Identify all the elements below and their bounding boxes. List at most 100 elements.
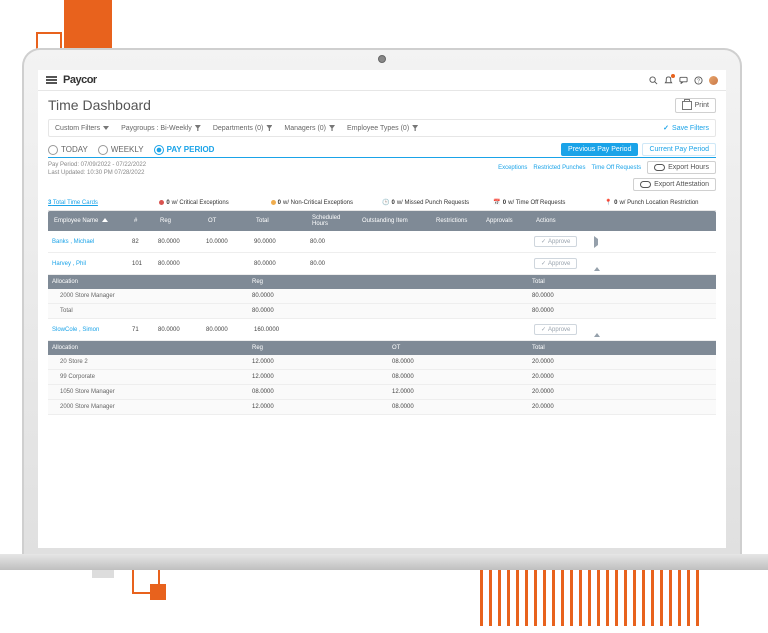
summary-noncritical[interactable]: 0 w/ Non-Critical Exceptions — [271, 199, 382, 206]
brand-logo: Paycor — [63, 74, 97, 86]
col-approvals[interactable]: Approvals — [484, 218, 534, 224]
sort-asc-icon — [102, 218, 108, 222]
laptop-frame: Paycor ? — [22, 48, 742, 558]
check-icon: ✓ — [541, 238, 546, 245]
col-scheduled[interactable]: Scheduled Hours — [310, 215, 360, 227]
employee-name-link[interactable]: Banks , Michael — [52, 239, 132, 245]
previous-pay-period-button[interactable]: Previous Pay Period — [561, 143, 638, 156]
employee-types-filter[interactable]: Employee Types (0) — [347, 125, 418, 132]
funnel-icon — [412, 125, 418, 131]
last-updated-text: Last Updated: 10:30 PM 07/28/2022 — [48, 169, 146, 177]
approve-button[interactable]: ✓ Approve — [534, 236, 577, 247]
app-screen: Paycor ? — [38, 70, 726, 548]
reg-hours: 80.0000 — [158, 327, 206, 333]
laptop-camera — [378, 55, 386, 63]
table-row: Harvey , Phil 101 80.0000 80.0000 80.00 … — [48, 253, 716, 275]
radio-selected-icon — [154, 145, 164, 155]
check-icon: ✓ — [663, 124, 669, 132]
col-actions[interactable]: Actions — [534, 218, 594, 224]
current-pay-period-button[interactable]: Current Pay Period — [642, 143, 716, 156]
chat-icon[interactable] — [679, 76, 688, 85]
col-reg[interactable]: Reg — [158, 218, 206, 224]
clock-icon: 🕒 — [382, 199, 389, 206]
export-attestation-button[interactable]: Export Attestation — [633, 178, 716, 191]
col-employee-name[interactable]: Employee Name — [52, 218, 132, 224]
table-header: Employee Name # Reg OT Total Scheduled H… — [48, 211, 716, 231]
col-total[interactable]: Total — [254, 218, 310, 224]
range-today[interactable]: TODAY — [48, 145, 88, 155]
radio-icon — [48, 145, 58, 155]
managers-filter[interactable]: Managers (0) — [284, 125, 335, 132]
decor-square-large — [64, 0, 112, 48]
tab-exceptions[interactable]: Exceptions — [498, 165, 527, 171]
page-title: Time Dashboard — [48, 97, 151, 113]
allocation-row: 2000 Store Manager 80.0000 80.0000 — [48, 289, 716, 304]
export-hours-button[interactable]: Export Hours — [647, 161, 716, 174]
summary-location[interactable]: 📍 0 w/ Punch Location Restriction — [605, 199, 716, 206]
pin-icon: 📍 — [605, 199, 612, 206]
print-icon — [682, 101, 692, 110]
check-icon: ✓ — [541, 326, 546, 333]
bell-icon[interactable] — [664, 76, 673, 85]
scheduled-hours: 80.00 — [310, 239, 360, 245]
col-number[interactable]: # — [132, 218, 158, 224]
custom-filters-dropdown[interactable]: Custom Filters — [55, 125, 109, 132]
check-icon: ✓ — [541, 260, 546, 267]
employee-name-link[interactable]: SlowCole , Simon — [52, 327, 132, 333]
reg-hours: 80.0000 — [158, 239, 206, 245]
print-button[interactable]: Print — [675, 98, 716, 113]
allocation-row: 20 Store 2 12.0000 08.0000 20.0000 — [48, 355, 716, 370]
employee-number: 82 — [132, 239, 158, 245]
menu-icon[interactable] — [46, 76, 57, 84]
filter-bar: Custom Filters Paygroups : Bi-Weekly Dep… — [48, 119, 716, 137]
allocation-row: 1050 Store Manager 08.0000 12.0000 20.00… — [48, 385, 716, 400]
allocation-header: Allocation Reg OT Total — [48, 341, 716, 355]
ot-hours: 10.0000 — [206, 239, 254, 245]
allocation-row: 99 Corporate 12.0000 08.0000 20.0000 — [48, 370, 716, 385]
employee-name-link[interactable]: Harvey , Phil — [52, 261, 132, 267]
employee-number: 101 — [132, 261, 158, 267]
range-weekly[interactable]: WEEKLY — [98, 145, 144, 155]
radio-icon — [98, 145, 108, 155]
tab-time-off-requests[interactable]: Time Off Requests — [591, 165, 641, 171]
expand-row-icon[interactable] — [594, 236, 598, 248]
app-header: Paycor ? — [38, 70, 726, 91]
summary-bar: 3 Total Time Cards 0 w/ Critical Excepti… — [48, 195, 716, 211]
col-restrictions[interactable]: Restrictions — [434, 218, 484, 224]
departments-filter[interactable]: Departments (0) — [213, 125, 273, 132]
col-outstanding[interactable]: Outstanding Item — [360, 218, 434, 224]
dot-red-icon — [159, 200, 164, 205]
svg-text:?: ? — [697, 78, 700, 84]
approve-button[interactable]: ✓ Approve — [534, 324, 577, 335]
total-hours: 90.0000 — [254, 239, 310, 245]
range-pay-period[interactable]: PAY PERIOD — [154, 145, 215, 155]
help-icon[interactable]: ? — [694, 76, 703, 85]
summary-missed-punch[interactable]: 🕒 0 w/ Missed Punch Requests — [382, 199, 493, 206]
save-filters-button[interactable]: ✓ Save Filters — [663, 124, 709, 132]
table-row: SlowCole , Simon 71 80.0000 80.0000 160.… — [48, 319, 716, 341]
tab-restricted-punches[interactable]: Restricted Punches — [533, 165, 585, 171]
table-row: Banks , Michael 82 80.0000 10.0000 90.00… — [48, 231, 716, 253]
summary-time-off[interactable]: 📅 0 w/ Time Off Requests — [493, 199, 604, 206]
scheduled-hours: 80.00 — [310, 261, 360, 267]
cloud-icon — [654, 164, 665, 171]
allocation-row: 2000 Store Manager 12.0000 08.0000 20.00… — [48, 400, 716, 415]
dot-orange-icon — [271, 200, 276, 205]
paygroups-filter[interactable]: Paygroups : Bi-Weekly — [121, 125, 201, 132]
funnel-icon — [266, 125, 272, 131]
summary-critical[interactable]: 0 w/ Critical Exceptions — [159, 199, 270, 206]
pay-period-text: Pay Period: 07/09/2022 - 07/22/2022 — [48, 161, 146, 169]
total-hours: 80.0000 — [254, 261, 310, 267]
allocation-header: Allocation Reg Total — [48, 275, 716, 289]
laptop-base — [0, 554, 768, 570]
search-icon[interactable] — [649, 76, 658, 85]
avatar[interactable] — [709, 76, 718, 85]
funnel-icon — [329, 125, 335, 131]
summary-total-cards[interactable]: 3 Total Time Cards — [48, 199, 159, 206]
collapse-row-icon[interactable] — [594, 324, 600, 337]
col-ot[interactable]: OT — [206, 218, 254, 224]
collapse-row-icon[interactable] — [594, 258, 600, 271]
approve-button[interactable]: ✓ Approve — [534, 258, 577, 269]
range-tabs: TODAY WEEKLY PAY PERIOD Prev — [48, 143, 716, 158]
allocation-row: Total 80.0000 80.0000 — [48, 304, 716, 319]
